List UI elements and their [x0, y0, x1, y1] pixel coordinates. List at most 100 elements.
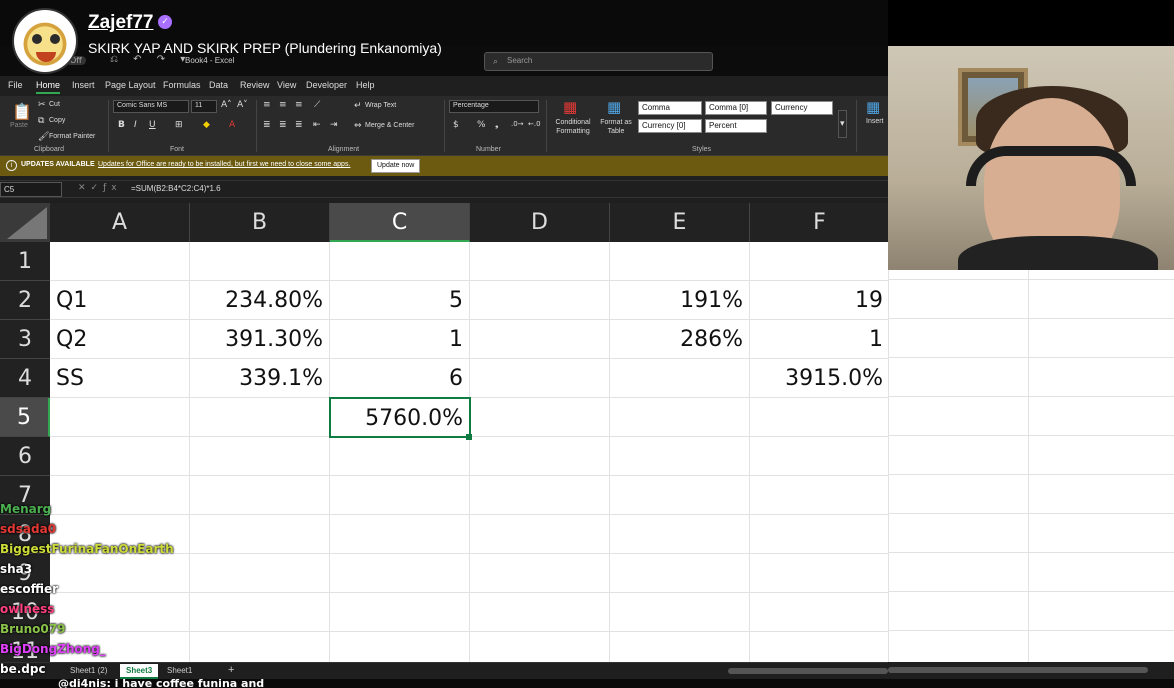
tab-help[interactable]: Help: [356, 80, 375, 90]
tab-review[interactable]: Review: [240, 80, 270, 90]
insert-cells-button[interactable]: Insert: [866, 118, 884, 125]
grid-cell[interactable]: [610, 593, 750, 632]
cell-c4[interactable]: 6: [330, 359, 470, 398]
tab-page-layout[interactable]: Page Layout: [105, 80, 156, 90]
chat-username[interactable]: Menarg: [0, 502, 51, 516]
styles-more-icon[interactable]: ▾: [838, 110, 847, 138]
update-message-link[interactable]: Updates for Office are ready to be insta…: [98, 161, 350, 168]
chat-username[interactable]: owlness: [0, 602, 54, 616]
wrap-text-icon[interactable]: ↵: [354, 101, 362, 111]
copy-button[interactable]: Copy: [49, 117, 65, 124]
tab-home[interactable]: Home: [36, 80, 61, 94]
grid-cell[interactable]: [610, 359, 750, 398]
align-middle-icon[interactable]: ≡: [279, 100, 287, 110]
format-painter-button[interactable]: Format Painter: [49, 133, 95, 140]
font-name-select[interactable]: Comic Sans MS: [113, 100, 189, 113]
grow-font-icon[interactable]: A˄: [221, 100, 232, 110]
grid-cell[interactable]: [330, 476, 470, 515]
percent-style-icon[interactable]: %: [477, 120, 486, 130]
column-header-a[interactable]: A: [50, 203, 190, 242]
grid-cell[interactable]: [330, 554, 470, 593]
grid-cell[interactable]: [330, 437, 470, 476]
fill-handle[interactable]: [466, 434, 472, 440]
grid-cell[interactable]: [470, 281, 610, 320]
comma-style-icon[interactable]: ❟: [495, 120, 499, 130]
grid-cell[interactable]: [750, 554, 888, 593]
align-right-icon[interactable]: ≣: [295, 120, 303, 130]
style-comma[interactable]: Comma: [638, 101, 702, 115]
cell-b3[interactable]: 391.30%: [190, 320, 330, 359]
chat-username[interactable]: Bruno079: [0, 622, 65, 636]
grid-cell[interactable]: [470, 359, 610, 398]
grid-cell[interactable]: [610, 515, 750, 554]
name-box[interactable]: C5: [0, 182, 62, 197]
grid-cell[interactable]: [610, 398, 750, 437]
grid-cell[interactable]: [750, 437, 888, 476]
grid-cell[interactable]: [470, 515, 610, 554]
tab-formulas[interactable]: Formulas: [163, 80, 201, 90]
italic-icon[interactable]: I: [134, 120, 137, 130]
streamer-avatar[interactable]: [12, 8, 78, 74]
align-bottom-icon[interactable]: ≡: [295, 100, 303, 110]
chat-username[interactable]: sha3: [0, 562, 32, 576]
conditional-formatting-button[interactable]: Conditional Formatting: [551, 118, 595, 136]
chat-username[interactable]: be.dpc: [0, 662, 46, 676]
number-format-select[interactable]: Percentage: [449, 100, 539, 113]
format-as-table-button[interactable]: Format as Table: [598, 118, 634, 136]
column-header-e[interactable]: E: [610, 203, 750, 242]
grid-cell[interactable]: [50, 242, 190, 281]
cell-f2[interactable]: 19: [750, 281, 888, 320]
borders-icon[interactable]: ⊞: [175, 120, 183, 130]
style-currency[interactable]: Currency: [771, 101, 833, 115]
cell-a2[interactable]: Q1: [50, 281, 190, 320]
align-center-icon[interactable]: ≣: [279, 120, 287, 130]
update-now-button[interactable]: Update now: [371, 159, 421, 173]
align-top-icon[interactable]: ≡: [263, 100, 271, 110]
grid-cell[interactable]: [330, 593, 470, 632]
grid-cell[interactable]: [50, 437, 190, 476]
style-comma-0[interactable]: Comma [0]: [705, 101, 767, 115]
grid-cell[interactable]: [470, 632, 610, 662]
select-all-button[interactable]: [0, 203, 50, 242]
conditional-formatting-icon[interactable]: ▦: [563, 98, 577, 116]
grid-cell[interactable]: [330, 515, 470, 554]
increase-indent-icon[interactable]: ⇥: [330, 120, 338, 130]
grid-cell[interactable]: [190, 437, 330, 476]
row-header-4[interactable]: 4: [0, 359, 50, 398]
row-header-1[interactable]: 1: [0, 242, 50, 281]
formula-controls[interactable]: ✕✓ƒx: [78, 183, 122, 193]
chat-username[interactable]: escoffier: [0, 582, 58, 596]
orientation-icon[interactable]: ⟋: [314, 100, 320, 110]
underline-icon[interactable]: U: [149, 120, 156, 130]
row-header-6[interactable]: 6: [0, 437, 50, 476]
shrink-font-icon[interactable]: A˅: [237, 100, 248, 110]
style-percent[interactable]: Percent: [705, 119, 767, 133]
column-header-b[interactable]: B: [190, 203, 330, 242]
grid-cell[interactable]: [610, 476, 750, 515]
chat-username[interactable]: BigDongZhong_: [0, 642, 106, 656]
cell-e3[interactable]: 286%: [610, 320, 750, 359]
column-header-f[interactable]: F: [750, 203, 888, 242]
format-as-table-icon[interactable]: ▦: [607, 98, 621, 116]
grid-cell[interactable]: [470, 554, 610, 593]
grid-cell[interactable]: [750, 476, 888, 515]
tab-view[interactable]: View: [277, 80, 296, 90]
chat-username[interactable]: BiggestFurinaFanOnEarth: [0, 542, 174, 556]
column-header-c[interactable]: C: [330, 203, 470, 242]
grid-cell[interactable]: [750, 632, 888, 662]
cell-f3[interactable]: 1: [750, 320, 888, 359]
font-size-select[interactable]: 11: [191, 100, 217, 113]
decrease-decimal-icon[interactable]: ←.0: [528, 120, 541, 128]
cell-a4[interactable]: SS: [50, 359, 190, 398]
paste-icon[interactable]: 📋: [12, 102, 32, 121]
formula-input[interactable]: =SUM(B2:B4*C2:C4)*1.6: [131, 184, 221, 193]
search-input[interactable]: ⌕ Search: [484, 52, 713, 71]
grid-cell[interactable]: [470, 437, 610, 476]
horizontal-scrollbar[interactable]: [728, 668, 888, 674]
grid-cell[interactable]: [190, 242, 330, 281]
grid-cell[interactable]: [750, 515, 888, 554]
merge-center-icon[interactable]: ⇔: [354, 121, 362, 131]
row-header-3[interactable]: 3: [0, 320, 50, 359]
font-color-icon[interactable]: A: [229, 120, 235, 130]
cell-b4[interactable]: 339.1%: [190, 359, 330, 398]
